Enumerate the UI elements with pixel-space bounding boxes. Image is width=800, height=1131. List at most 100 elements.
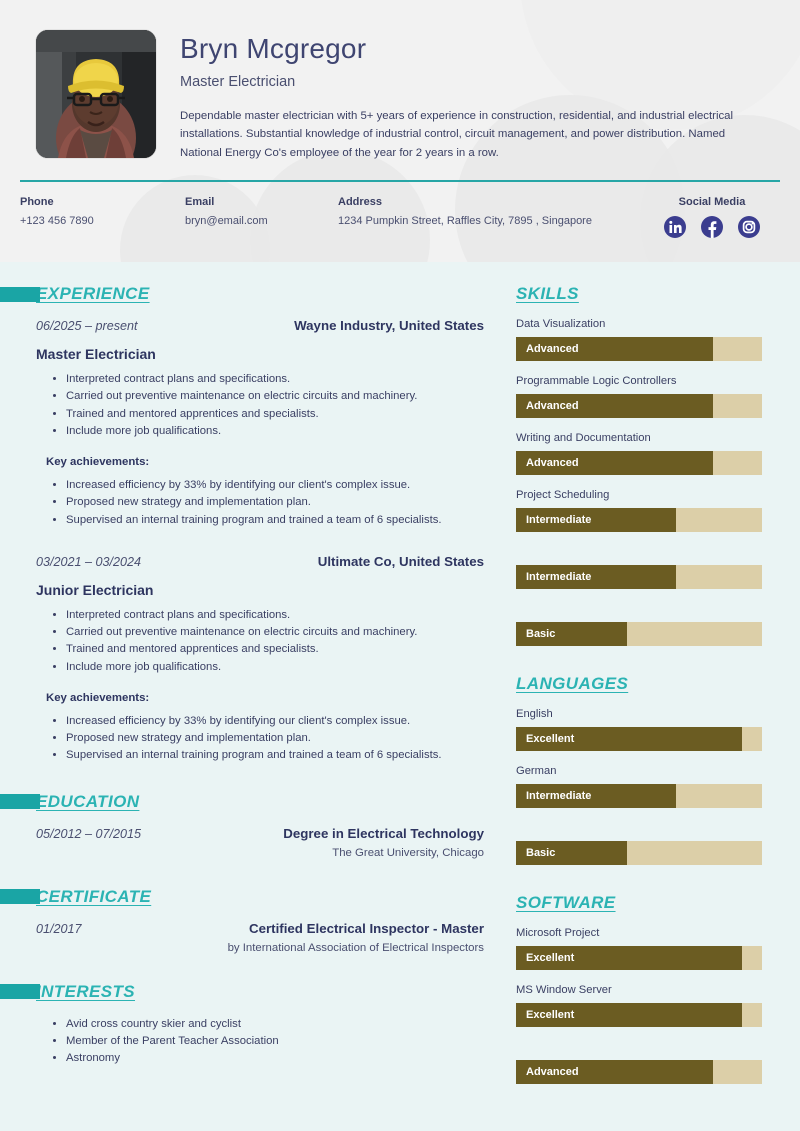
- rating-track: Excellent: [516, 946, 762, 970]
- key-achievements-label: Key achievements:: [46, 691, 150, 704]
- rating-bar-item: German Intermediate: [516, 765, 762, 808]
- email-value[interactable]: bryn@email.com: [185, 215, 328, 227]
- rating-fill: Basic: [516, 841, 627, 865]
- rating-track: Excellent: [516, 727, 762, 751]
- education-heading: EDUCATION: [0, 791, 484, 812]
- list-item: Carried out preventive maintenance on el…: [66, 388, 484, 404]
- software-heading: SOFTWARE: [516, 893, 762, 913]
- entry-date: 01/2017: [36, 921, 82, 936]
- list-item: Interpreted contract plans and specifica…: [66, 371, 484, 387]
- list-item: Increased efficiency by 33% by identifyi…: [66, 713, 484, 729]
- rating-bar-item: Advanced: [516, 1041, 762, 1084]
- rating-fill: Intermediate: [516, 784, 676, 808]
- entry-issuer: by International Association of Electric…: [227, 941, 484, 954]
- rating-fill: Excellent: [516, 727, 743, 751]
- resume-page: Bryn Mcgregor Master Electrician Dependa…: [0, 0, 800, 1131]
- rating-label: MS Window Server: [516, 984, 612, 996]
- entry-title: Junior Electrician: [36, 581, 154, 598]
- social-media-label: Social Media: [678, 196, 746, 209]
- rating-bar-item: English Excellent: [516, 708, 762, 751]
- list-item: Member of the Parent Teacher Association: [66, 1033, 484, 1049]
- rating-track: Intermediate: [516, 508, 762, 532]
- rating-fill: Advanced: [516, 394, 713, 418]
- experience-entry: 06/2025 – present Wayne Industry, United…: [36, 318, 484, 528]
- rating-label: [516, 822, 762, 835]
- rating-fill: Excellent: [516, 1003, 743, 1027]
- address-label: Address: [338, 196, 383, 209]
- phone-value[interactable]: +123 456 7890: [20, 215, 175, 227]
- linkedin-icon[interactable]: [664, 216, 686, 239]
- rating-track: Advanced: [516, 394, 762, 418]
- main-column: EXPERIENCE 06/2025 – present Wayne Indus…: [0, 262, 508, 1112]
- instagram-icon[interactable]: [738, 216, 760, 239]
- rating-bar-item: Basic: [516, 822, 762, 865]
- achievements-list: Increased efficiency by 33% by identifyi…: [36, 477, 484, 528]
- contact-address: Address 1234 Pumpkin Street, Raffles Cit…: [338, 196, 654, 227]
- rating-track: Advanced: [516, 451, 762, 475]
- achievements-list: Increased efficiency by 33% by identifyi…: [36, 713, 484, 764]
- section-accent-bar: [0, 286, 40, 302]
- education-entry: 05/2012 – 07/2015 Degree in Electrical T…: [36, 826, 484, 859]
- skills-heading: SKILLS: [516, 284, 762, 304]
- rating-value: Basic: [526, 847, 556, 859]
- list-item: Supervised an internal training program …: [66, 747, 484, 763]
- section-title: INTERESTS: [36, 981, 136, 1001]
- section-certificate: CERTIFICATE 01/2017 Certified Electrical…: [0, 887, 484, 954]
- rating-label: English: [516, 708, 553, 720]
- certificate-heading: CERTIFICATE: [0, 887, 484, 907]
- address-value: 1234 Pumpkin Street, Raffles City, 7895 …: [338, 215, 592, 228]
- languages-bar-list: English Excellent German Intermediate Ba…: [516, 708, 762, 865]
- rating-label: Writing and Documentation: [516, 432, 651, 444]
- resume-header: Bryn Mcgregor Master Electrician Dependa…: [0, 0, 800, 262]
- rating-value: Intermediate: [526, 571, 592, 583]
- entry-organization: Ultimate Co, United States: [317, 553, 484, 569]
- job-role: Master Electrician: [180, 73, 296, 90]
- phone-label: Phone: [20, 196, 54, 209]
- section-experience: EXPERIENCE 06/2025 – present Wayne Indus…: [0, 284, 484, 764]
- rating-track: Intermediate: [516, 784, 762, 808]
- rating-bar-item: Microsoft Project Excellent: [516, 927, 762, 970]
- rating-value: Intermediate: [526, 514, 592, 526]
- list-item: Avid cross country skier and cyclist: [66, 1016, 484, 1032]
- rating-track: Advanced: [516, 1060, 762, 1084]
- key-achievements-label: Key achievements:: [46, 456, 150, 469]
- rating-value: Excellent: [526, 733, 575, 745]
- rating-label: German: [516, 765, 557, 777]
- certificate-entry: 01/2017 Certified Electrical Inspector -…: [36, 921, 484, 954]
- duties-list: Interpreted contract plans and specifica…: [36, 607, 484, 675]
- entry-title: Degree in Electrical Technology: [283, 825, 484, 841]
- list-item: Include more job qualifications.: [66, 423, 484, 439]
- rating-bar-item: MS Window Server Excellent: [516, 984, 762, 1027]
- rating-value: Advanced: [526, 1066, 579, 1078]
- rating-label: Programmable Logic Controllers: [516, 375, 677, 387]
- section-title: SOFTWARE: [516, 893, 616, 912]
- rating-bar-item: Project Scheduling Intermediate: [516, 489, 762, 532]
- entry-date: 06/2025 – present: [36, 319, 138, 333]
- facebook-icon[interactable]: [701, 216, 723, 239]
- list-item: Increased efficiency by 33% by identifyi…: [66, 477, 484, 493]
- skills-bar-list: Data Visualization Advanced Programmable…: [516, 318, 762, 646]
- section-title: SKILLS: [516, 284, 579, 303]
- section-title: EXPERIENCE: [36, 284, 150, 303]
- rating-label: [516, 1041, 762, 1054]
- profile-summary: Dependable master electrician with 5+ ye…: [180, 109, 734, 159]
- rating-track: Excellent: [516, 1003, 762, 1027]
- section-title: EDUCATION: [36, 791, 140, 811]
- sidebar-column: SKILLS Data Visualization Advanced Progr…: [508, 262, 800, 1112]
- section-accent-bar: [0, 889, 40, 905]
- rating-value: Advanced: [526, 457, 579, 469]
- section-skills: SKILLS Data Visualization Advanced Progr…: [516, 284, 762, 646]
- rating-label: Project Scheduling: [516, 489, 610, 501]
- entry-title: Master Electrician: [36, 346, 156, 362]
- email-label: Email: [185, 196, 215, 209]
- page-title: Bryn Mcgregor: [180, 33, 367, 64]
- rating-fill: Advanced: [516, 451, 713, 475]
- languages-heading: LANGUAGES: [516, 674, 762, 694]
- entry-title: Certified Electrical Inspector - Master: [249, 920, 484, 936]
- rating-bar-item: Intermediate: [516, 546, 762, 589]
- rating-label: Data Visualization: [516, 318, 606, 330]
- entry-date: 05/2012 – 07/2015: [36, 826, 142, 841]
- rating-fill: Basic: [516, 622, 627, 646]
- list-item: Proposed new strategy and implementation…: [66, 494, 484, 510]
- rating-value: Excellent: [526, 952, 575, 964]
